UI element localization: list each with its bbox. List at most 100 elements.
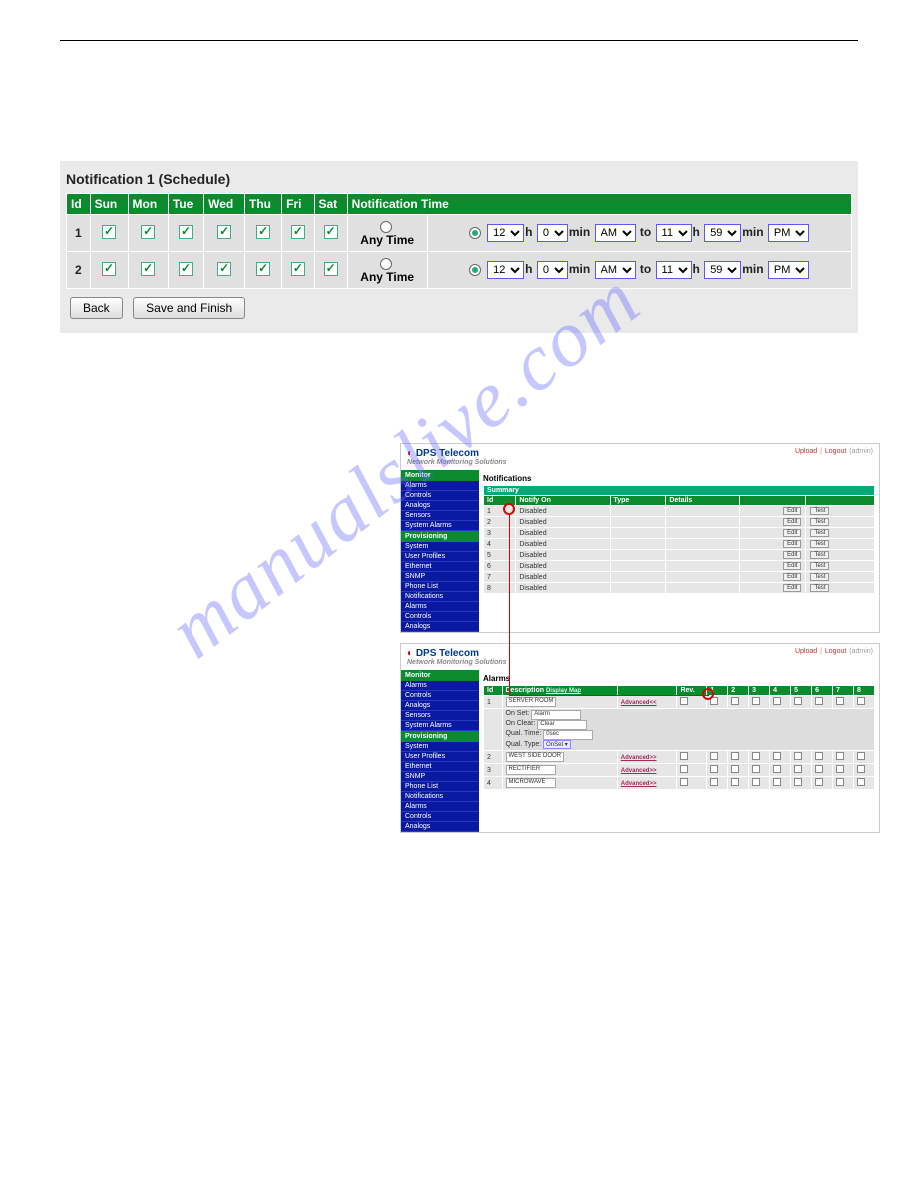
sidebar-item[interactable]: Ethernet — [401, 762, 479, 772]
sidebar-item[interactable]: Notifications — [401, 592, 479, 602]
alarm-checkbox[interactable] — [857, 765, 865, 773]
sidebar-item[interactable]: Notifications — [401, 792, 479, 802]
to-ampm-select[interactable]: PM — [768, 261, 809, 279]
sidebar-item[interactable]: Phone List — [401, 582, 479, 592]
alarm-desc-input[interactable]: WEST SIDE DOOR — [506, 752, 565, 762]
alarm-desc-input[interactable]: MICROWAVE — [506, 778, 556, 788]
edit-button[interactable]: Edit — [783, 573, 801, 581]
alarm-checkbox[interactable] — [815, 778, 823, 786]
sidebar-item[interactable]: System — [401, 742, 479, 752]
edit-button[interactable]: Edit — [783, 562, 801, 570]
sidebar-item[interactable]: Controls — [401, 812, 479, 822]
alarm-checkbox[interactable] — [680, 752, 688, 760]
alarm-checkbox[interactable] — [794, 765, 802, 773]
sidebar-item[interactable]: Alarms — [401, 481, 479, 491]
day-checkbox[interactable] — [179, 225, 193, 239]
alarm-checkbox[interactable] — [710, 752, 718, 760]
sidebar-item[interactable]: Controls — [401, 691, 479, 701]
edit-button[interactable]: Edit — [783, 584, 801, 592]
anytime-radio[interactable] — [380, 221, 392, 233]
alarm-checkbox[interactable] — [794, 778, 802, 786]
sidebar-item[interactable]: User Profiles — [401, 552, 479, 562]
advanced-toggle[interactable]: Advanced>> — [621, 781, 657, 787]
alarm-checkbox[interactable] — [836, 752, 844, 760]
sidebar-item[interactable]: SNMP — [401, 772, 479, 782]
test-button[interactable]: Test — [810, 562, 829, 570]
test-button[interactable]: Test — [810, 573, 829, 581]
from-min-select[interactable]: 0 — [537, 261, 568, 279]
edit-button[interactable]: Edit — [783, 529, 801, 537]
alarm-checkbox[interactable] — [731, 697, 739, 705]
alarm-checkbox[interactable] — [752, 752, 760, 760]
sidebar-item[interactable]: Sensors — [401, 711, 479, 721]
alarm-checkbox[interactable] — [710, 765, 718, 773]
alarm-checkbox[interactable] — [731, 765, 739, 773]
range-radio[interactable] — [469, 264, 481, 276]
day-checkbox[interactable] — [291, 262, 305, 276]
alarm-checkbox[interactable] — [815, 765, 823, 773]
alarm-checkbox[interactable] — [773, 697, 781, 705]
logout-link[interactable]: Logout — [825, 448, 846, 455]
test-button[interactable]: Test — [810, 529, 829, 537]
from-ampm-select[interactable]: AM — [595, 261, 636, 279]
from-hour-select[interactable]: 12 — [487, 261, 524, 279]
edit-button[interactable]: Edit — [783, 551, 801, 559]
sidebar-item[interactable]: Sensors — [401, 511, 479, 521]
alarm-checkbox[interactable] — [680, 697, 688, 705]
sidebar-item[interactable]: System Alarms — [401, 721, 479, 731]
edit-button[interactable]: Edit — [783, 540, 801, 548]
alarm-desc-input[interactable]: RECTIFIER — [506, 765, 556, 775]
day-checkbox[interactable] — [217, 262, 231, 276]
sidebar-item[interactable]: SNMP — [401, 572, 479, 582]
alarm-checkbox[interactable] — [680, 778, 688, 786]
qualtype-select[interactable]: OnSet ▾ — [543, 740, 571, 749]
test-button[interactable]: Test — [810, 551, 829, 559]
alarm-checkbox[interactable] — [731, 778, 739, 786]
alarm-checkbox[interactable] — [710, 778, 718, 786]
day-checkbox[interactable] — [102, 225, 116, 239]
range-radio[interactable] — [469, 227, 481, 239]
day-checkbox[interactable] — [141, 225, 155, 239]
sidebar-item[interactable]: System — [401, 542, 479, 552]
to-hour-select[interactable]: 11 — [656, 224, 692, 242]
save-finish-button[interactable]: Save and Finish — [133, 297, 245, 319]
sidebar-item[interactable]: Phone List — [401, 782, 479, 792]
to-ampm-select[interactable]: PM — [768, 224, 809, 242]
sidebar-item[interactable]: Analogs — [401, 622, 479, 632]
day-checkbox[interactable] — [217, 225, 231, 239]
onclear-input[interactable]: Clear — [537, 720, 587, 730]
alarm-checkbox[interactable] — [815, 697, 823, 705]
from-min-select[interactable]: 0 — [537, 224, 568, 242]
alarm-checkbox[interactable] — [773, 752, 781, 760]
summary-tab[interactable]: Summary — [484, 486, 875, 496]
alarm-checkbox[interactable] — [836, 778, 844, 786]
sidebar-item[interactable]: System Alarms — [401, 521, 479, 531]
alarm-checkbox[interactable] — [857, 778, 865, 786]
alarm-checkbox[interactable] — [857, 752, 865, 760]
upload-link-2[interactable]: Upload — [795, 648, 817, 655]
alarm-desc-input[interactable]: SERVER ROOM — [506, 697, 557, 707]
test-button[interactable]: Test — [810, 540, 829, 548]
sidebar-item[interactable]: User Profiles — [401, 752, 479, 762]
display-map-link[interactable]: Display Map — [546, 688, 581, 694]
anytime-radio[interactable] — [380, 258, 392, 270]
sidebar-item[interactable]: Alarms — [401, 681, 479, 691]
advanced-toggle[interactable]: Advanced>> — [621, 755, 657, 761]
edit-button[interactable]: Edit — [783, 518, 801, 526]
test-button[interactable]: Test — [810, 584, 829, 592]
logout-link-2[interactable]: Logout — [825, 648, 846, 655]
onset-input[interactable]: Alarm — [531, 710, 581, 720]
alarm-checkbox[interactable] — [773, 778, 781, 786]
to-min-select[interactable]: 59 — [704, 224, 741, 242]
edit-button[interactable]: Edit — [783, 507, 801, 515]
alarm-checkbox[interactable] — [794, 697, 802, 705]
sidebar-item[interactable]: Ethernet — [401, 562, 479, 572]
alarm-checkbox[interactable] — [731, 752, 739, 760]
day-checkbox[interactable] — [324, 225, 338, 239]
alarm-checkbox[interactable] — [752, 778, 760, 786]
alarm-checkbox[interactable] — [836, 697, 844, 705]
day-checkbox[interactable] — [102, 262, 116, 276]
sidebar-item[interactable]: Analogs — [401, 501, 479, 511]
back-button[interactable]: Back — [70, 297, 123, 319]
alarm-checkbox[interactable] — [857, 697, 865, 705]
